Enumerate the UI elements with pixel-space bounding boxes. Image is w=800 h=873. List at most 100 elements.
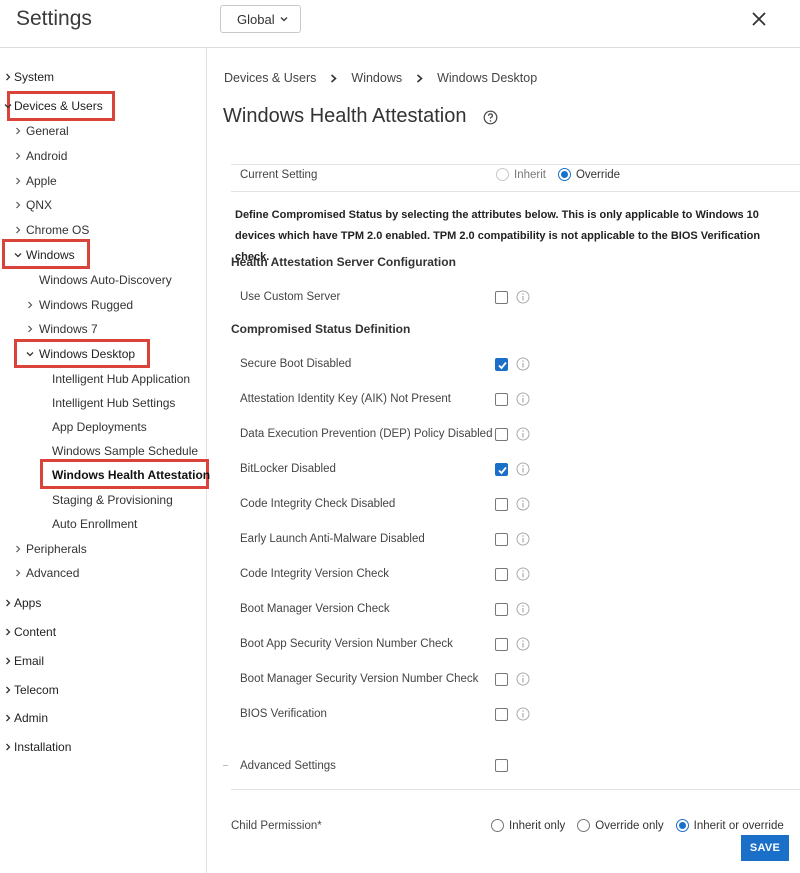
boot-app-svn-checkbox[interactable]	[495, 638, 508, 651]
current-setting-radio-group: Inherit Override	[496, 168, 632, 181]
bitlocker-checkbox[interactable]	[495, 463, 508, 476]
chevron-right-icon	[16, 127, 21, 135]
sidebar-item-windows-sample-schedule[interactable]: Windows Sample Schedule	[52, 444, 198, 458]
info-icon[interactable]	[516, 637, 530, 651]
scope-dropdown[interactable]: Global	[220, 5, 301, 33]
sidebar-item-windows-auto-discovery[interactable]: Windows Auto-Discovery	[39, 273, 172, 287]
info-icon[interactable]	[516, 462, 530, 476]
override-only-radio[interactable]	[577, 819, 591, 832]
save-button[interactable]: SAVE	[741, 835, 789, 861]
info-icon[interactable]	[516, 427, 530, 441]
secure-boot-checkbox[interactable]	[495, 358, 508, 371]
status-section-title: Compromised Status Definition	[231, 322, 411, 336]
close-icon[interactable]	[748, 8, 770, 30]
bios-verification-checkbox[interactable]	[495, 708, 508, 721]
sidebar-item-windows-health-attestation[interactable]: Windows Health Attestation	[52, 468, 210, 482]
info-icon[interactable]	[516, 290, 530, 304]
sidebar-item-chrome-os[interactable]: Chrome OS	[16, 223, 89, 237]
sidebar-item-windows-rugged[interactable]: Windows Rugged	[28, 298, 134, 312]
divider	[231, 191, 800, 192]
chevron-right-icon	[16, 152, 21, 160]
attribute-label: Attestation Identity Key (AIK) Not Prese…	[240, 393, 451, 405]
sidebar-item-windows-desktop[interactable]: Windows Desktop	[26, 347, 135, 361]
sidebar-item-label: Content	[14, 625, 57, 639]
sidebar-item-general[interactable]: General	[16, 124, 69, 138]
sidebar-item-devices-users[interactable]: Devices & Users	[4, 99, 103, 113]
boot-manager-version-checkbox[interactable]	[495, 603, 508, 616]
info-icon[interactable]	[516, 707, 530, 721]
chevron-right-icon	[16, 226, 21, 234]
chevron-right-icon	[6, 628, 11, 636]
sidebar-item-windows[interactable]: Windows	[14, 248, 75, 262]
info-icon[interactable]	[516, 357, 530, 371]
info-icon[interactable]	[516, 567, 530, 581]
divider	[231, 789, 800, 790]
info-icon[interactable]	[516, 532, 530, 546]
sidebar-item-advanced[interactable]: Advanced	[16, 566, 79, 580]
chevron-right-icon	[28, 301, 33, 309]
custom-server-label: Use Custom Server	[240, 291, 341, 303]
inherit-or-override-radio[interactable]	[675, 819, 689, 832]
inherit-or-override-label: Inherit or override	[693, 819, 784, 832]
info-icon[interactable]	[516, 672, 530, 686]
info-icon[interactable]	[516, 602, 530, 616]
sidebar-item-label: Windows 7	[39, 322, 98, 336]
sidebar-item-installation[interactable]: Installation	[6, 740, 72, 754]
code-integrity-version-checkbox[interactable]	[495, 568, 508, 581]
elam-checkbox[interactable]	[495, 533, 508, 546]
sidebar-item-telecom[interactable]: Telecom	[6, 683, 59, 697]
chevron-down-icon	[280, 16, 288, 22]
info-icon[interactable]	[516, 497, 530, 511]
aik-checkbox[interactable]	[495, 393, 508, 406]
sidebar-item-label: Admin	[14, 711, 49, 725]
help-icon[interactable]	[483, 110, 498, 125]
sidebar-item-content[interactable]: Content	[6, 625, 57, 639]
sidebar-item-label: Staging & Provisioning	[52, 493, 173, 507]
sidebar-item-intelligent-hub-settings[interactable]: Intelligent Hub Settings	[52, 396, 175, 410]
attribute-label: Data Execution Prevention (DEP) Policy D…	[240, 428, 493, 440]
sidebar-item-android[interactable]: Android	[16, 149, 68, 163]
breadcrumb-item[interactable]: Devices & Users	[224, 71, 316, 85]
info-icon[interactable]	[516, 392, 530, 406]
sidebar-item-email[interactable]: Email	[6, 654, 44, 668]
boot-manager-svn-checkbox[interactable]	[495, 673, 508, 686]
sidebar-item-label: Intelligent Hub Settings	[52, 396, 176, 410]
advanced-settings-checkbox[interactable]	[495, 759, 508, 772]
custom-server-checkbox[interactable]	[495, 291, 508, 304]
sidebar-item-label: Devices & Users	[14, 99, 103, 113]
inherit-only-radio[interactable]	[491, 819, 504, 832]
sidebar-item-auto-enrollment[interactable]: Auto Enrollment	[52, 517, 137, 531]
sidebar-item-label: Windows Rugged	[39, 298, 134, 312]
breadcrumb: Devices & Users Windows Windows Desktop	[224, 71, 537, 85]
code-integrity-checkbox[interactable]	[495, 498, 508, 511]
inherit-only-label: Inherit only	[509, 819, 566, 832]
inherit-radio[interactable]	[496, 168, 509, 181]
sidebar-item-label: Android	[26, 149, 68, 163]
attribute-label: Boot App Security Version Number Check	[240, 638, 453, 650]
sidebar-item-system[interactable]: System	[6, 70, 54, 84]
dep-checkbox[interactable]	[495, 428, 508, 441]
override-radio[interactable]	[557, 168, 571, 181]
sidebar-item-label: Intelligent Hub Application	[52, 372, 191, 386]
sidebar-item-windows-7[interactable]: Windows 7	[28, 322, 98, 336]
sidebar-item-intelligent-hub-application[interactable]: Intelligent Hub Application	[52, 372, 190, 386]
breadcrumb-item[interactable]: Windows	[351, 71, 402, 85]
collapse-dash	[223, 765, 228, 766]
child-permission-radio-group: Inherit only Override only Inherit or ov…	[491, 819, 784, 832]
attribute-label: Boot Manager Version Check	[240, 603, 390, 615]
page-title: Windows Health Attestation	[223, 105, 467, 127]
sidebar-item-staging-provisioning[interactable]: Staging & Provisioning	[52, 493, 173, 507]
sidebar-item-peripherals[interactable]: Peripherals	[16, 542, 87, 556]
sidebar-item-apps[interactable]: Apps	[6, 596, 42, 610]
sidebar-item-label: Installation	[14, 740, 72, 754]
sidebar-item-app-deployments[interactable]: App Deployments	[52, 420, 147, 434]
inherit-radio-label: Inherit	[514, 168, 546, 181]
sidebar-item-label: Apps	[14, 596, 42, 610]
sidebar-item-label: Windows Sample Schedule	[52, 444, 199, 458]
breadcrumb-item[interactable]: Windows Desktop	[437, 71, 537, 85]
settings-header: Settings Global	[0, 0, 800, 48]
sidebar-item-qnx[interactable]: QNX	[16, 198, 52, 212]
sidebar-item-label: Auto Enrollment	[52, 517, 138, 531]
sidebar-item-admin[interactable]: Admin	[6, 711, 49, 725]
sidebar-item-apple[interactable]: Apple	[16, 174, 57, 188]
